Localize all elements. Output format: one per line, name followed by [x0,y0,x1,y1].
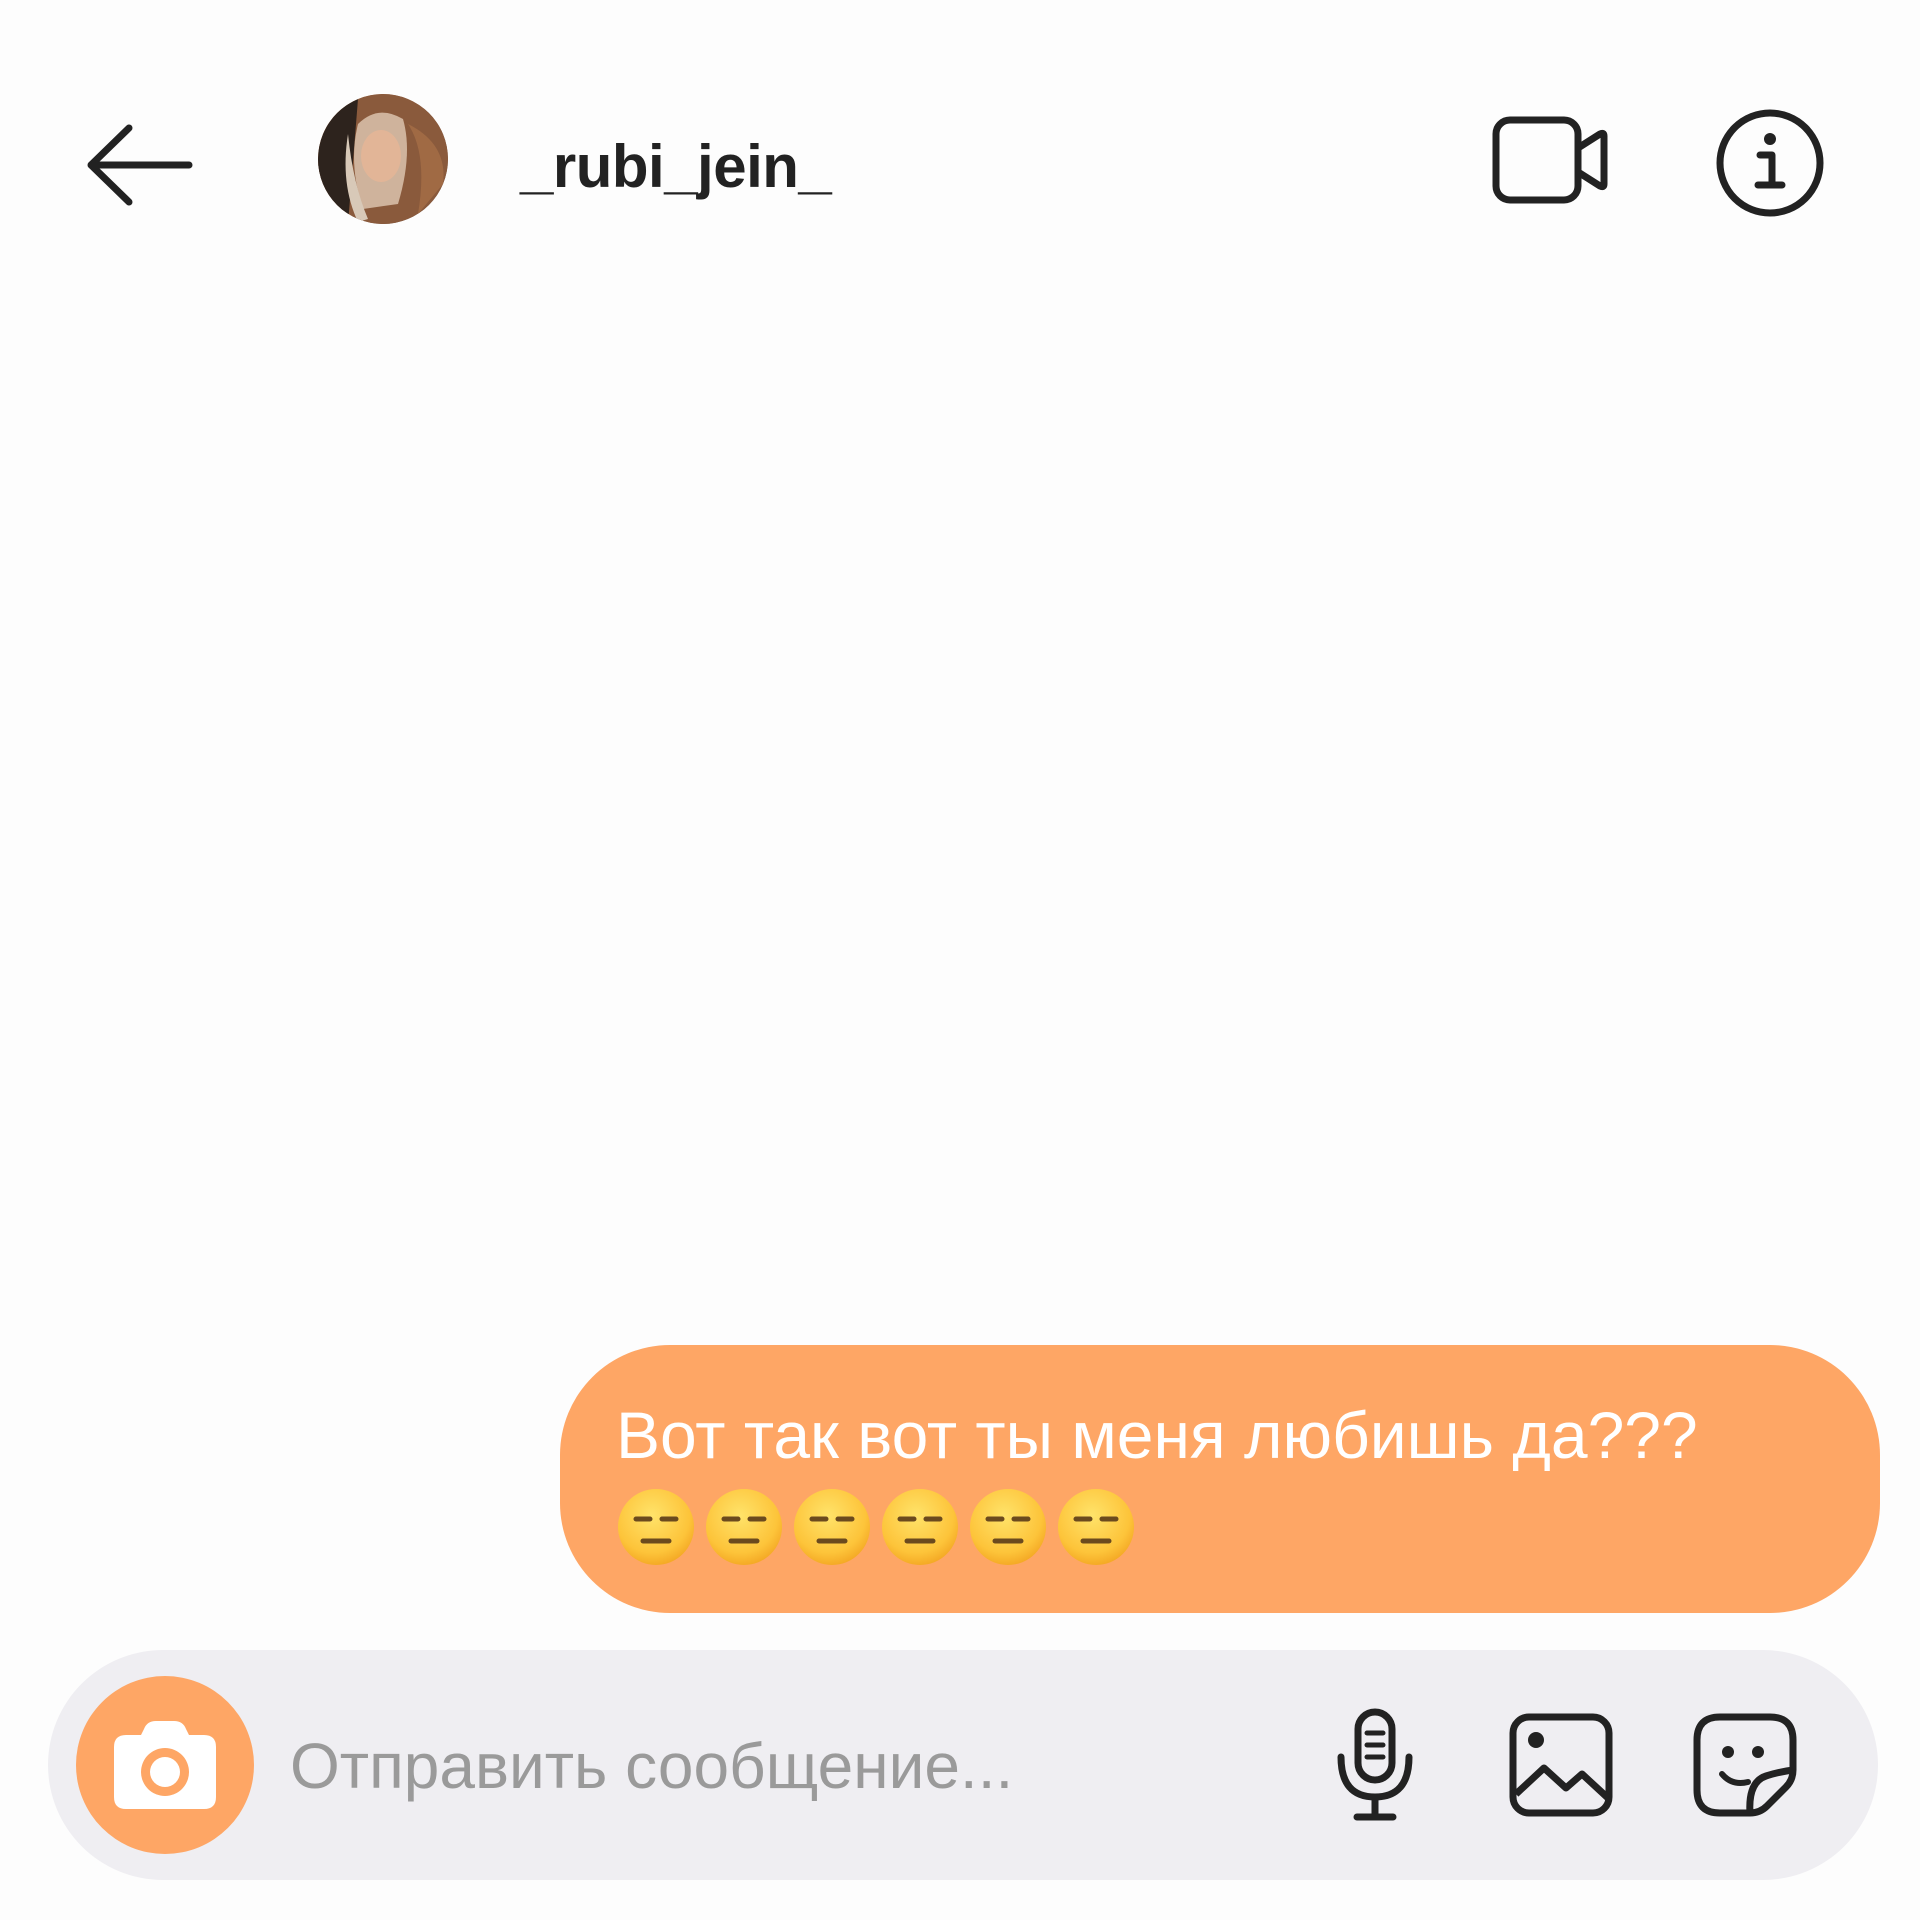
voice-message-button[interactable] [1320,1700,1430,1830]
message-text: Вот так вот ты меня любишь да??? [616,1398,1698,1472]
back-button[interactable] [80,115,200,215]
arrow-left-icon [87,124,193,206]
message-input[interactable] [288,1720,1342,1812]
info-button[interactable] [1710,103,1830,223]
avatar[interactable] [318,94,448,224]
expressionless-face-emoji [970,1489,1046,1565]
outgoing-message-bubble[interactable]: Вот так вот ты меня любишь да??? [560,1345,1880,1613]
chat-screen: _rubi_jein_ Вот так вот ты меня любишь д… [0,0,1920,1920]
chat-header: _rubi_jein_ [0,80,1920,240]
expressionless-face-emoji [794,1489,870,1565]
expressionless-face-emoji [1058,1489,1134,1565]
sticker-icon [1693,1713,1797,1817]
info-icon [1716,109,1824,217]
message-composer [48,1650,1878,1880]
expressionless-face-emoji [706,1489,782,1565]
sticker-button[interactable] [1680,1700,1810,1830]
gallery-button[interactable] [1496,1700,1626,1830]
avatar-photo [318,94,448,224]
expressionless-face-emoji [882,1489,958,1565]
chat-username[interactable]: _rubi_jein_ [520,132,832,201]
message-emoji-row [616,1487,1822,1567]
image-gallery-icon [1509,1713,1613,1817]
video-call-button[interactable] [1480,105,1620,215]
expressionless-face-emoji [618,1489,694,1565]
camera-button[interactable] [76,1676,254,1854]
camera-icon [114,1721,216,1809]
video-camera-icon [1492,116,1608,204]
microphone-icon [1337,1708,1413,1821]
